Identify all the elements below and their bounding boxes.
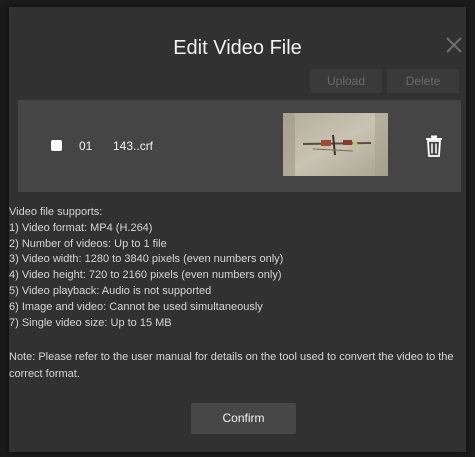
dialog-title: Edit Video File bbox=[173, 37, 302, 59]
requirement-item: 5) Video playback: Audio is not supporte… bbox=[9, 284, 212, 297]
trash-icon[interactable] bbox=[425, 135, 443, 157]
file-checkbox[interactable] bbox=[51, 140, 62, 151]
edit-video-dialog: Edit Video File Upload Delete 01 143..cr… bbox=[9, 7, 466, 452]
requirement-item: 1) Video format: MP4 (H.264) bbox=[9, 221, 153, 234]
conversion-note: Note: Please refer to the user manual fo… bbox=[9, 351, 454, 380]
requirement-item: 2) Number of videos: Up to 1 file bbox=[9, 237, 167, 250]
close-icon bbox=[446, 37, 462, 53]
requirement-item: 6) Image and video: Cannot be used simul… bbox=[9, 300, 263, 313]
requirement-item: 7) Single video size: Up to 15 MB bbox=[9, 316, 172, 329]
requirement-item: 4) Video height: 720 to 2160 pixels (eve… bbox=[9, 269, 282, 282]
close-button[interactable] bbox=[443, 34, 465, 56]
video-thumbnail bbox=[283, 113, 388, 176]
video-requirements: Video file supports: 1) Video format: MP… bbox=[9, 205, 466, 331]
confirm-button[interactable]: Confirm bbox=[191, 403, 296, 434]
upload-button[interactable]: Upload bbox=[310, 69, 382, 93]
requirement-item: 3) Video width: 1280 to 3840 pixels (eve… bbox=[9, 253, 284, 266]
delete-button[interactable]: Delete bbox=[387, 69, 459, 93]
requirements-heading: Video file supports: bbox=[9, 206, 103, 218]
file-row: 01 143..crf bbox=[18, 100, 461, 192]
file-index: 01 bbox=[79, 139, 93, 153]
file-name: 143..crf bbox=[113, 139, 154, 153]
